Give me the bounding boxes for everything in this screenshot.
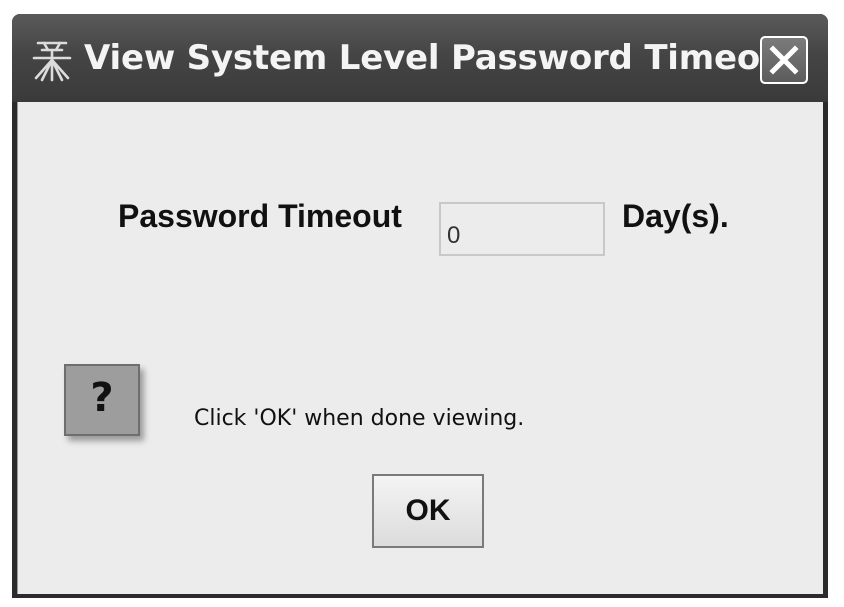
title-bar[interactable]: View System Level Password Timeout [12,14,828,102]
window-title: View System Level Password Timeout [84,38,801,78]
dialog-content: Password Timeout Day(s). ? Click 'OK' wh… [17,102,823,594]
question-mark-icon: ? [64,364,140,436]
password-timeout-field[interactable] [439,202,605,256]
help-message: Click 'OK' when done viewing. [194,406,525,431]
days-unit-label: Day(s). [622,198,729,234]
java-logo-icon [32,41,72,82]
ok-button[interactable]: OK [372,474,484,548]
close-icon [769,45,799,75]
dialog-window: View System Level Password Timeout Passw… [12,14,828,598]
close-button[interactable] [760,36,808,84]
password-timeout-label: Password Timeout [118,198,402,234]
